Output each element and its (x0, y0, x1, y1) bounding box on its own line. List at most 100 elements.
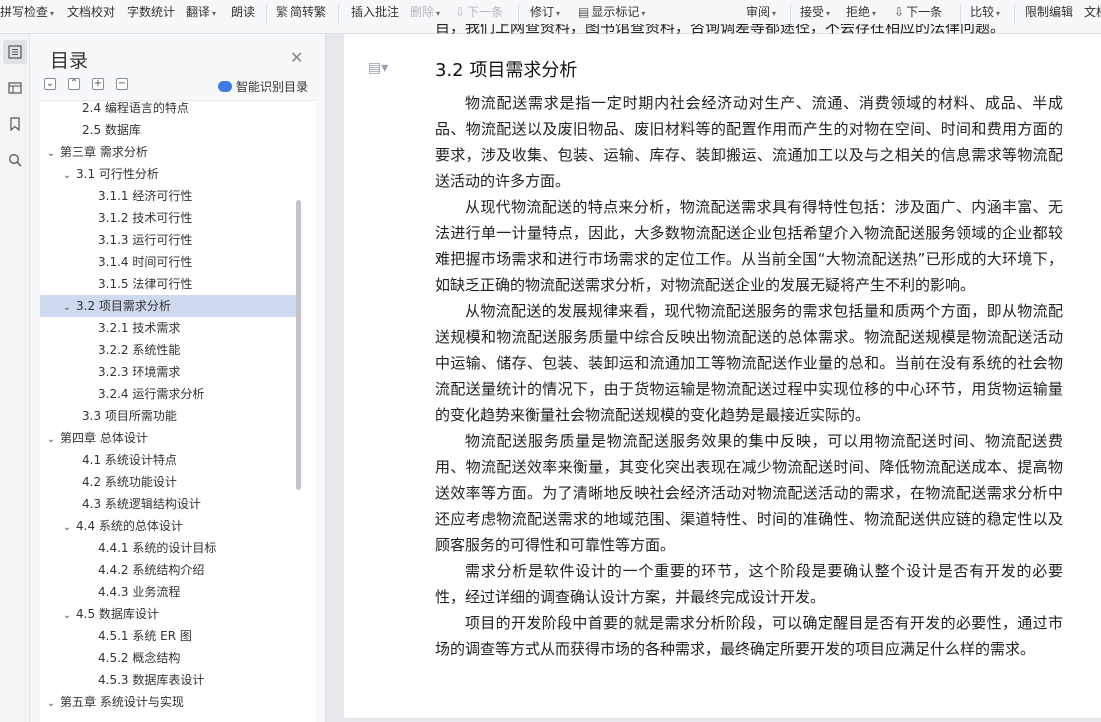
outline-item[interactable]: 3.2.4 运行需求分析 (40, 383, 298, 405)
previous-paragraph-text: 目，我们上网查资料，图书馆查资料，咨询调差等都途径，不会存在相应的法律问题。 (435, 24, 1006, 36)
close-icon[interactable]: ✕ (290, 48, 303, 67)
simp-trad-label: 简转繁 (290, 5, 327, 19)
outline-item-label: 3.2 项目需求分析 (76, 299, 171, 313)
outline-item-label: 4.5 数据库设计 (76, 607, 159, 621)
chevron-down-icon: ▾ (996, 9, 1001, 18)
delete-comment-button[interactable]: 删除 ▾ (410, 0, 440, 26)
compare-label: 比较 (970, 5, 995, 19)
outline-item-label: 第四章 总体设计 (60, 431, 148, 445)
chevron-down-icon[interactable]: ⌄ (60, 517, 74, 539)
outline-item-label: 3.2.4 运行需求分析 (98, 387, 205, 401)
translate-button[interactable]: 翻译 ▾ (186, 0, 216, 26)
doc-proofread-button[interactable]: 文档校对 (67, 0, 115, 26)
chevron-down-icon[interactable]: ⌄ (44, 693, 58, 715)
doc-permissions-label: 文档 (1084, 5, 1101, 19)
chevron-down-icon[interactable]: ⌄ (44, 429, 58, 451)
outline-item[interactable]: 3.3 项目所需功能 (40, 405, 298, 427)
outline-item[interactable]: ⌄ 3.2 项目需求分析 (40, 295, 298, 317)
outline-item-label: 3.1.4 时间可行性 (98, 255, 193, 269)
outline-scrollbar[interactable] (296, 200, 301, 490)
spell-check-button[interactable]: 拼写检查 ▾ (0, 0, 54, 26)
simp-trad-icon: 繁 (276, 5, 289, 19)
outline-item[interactable]: 3.1.1 经济可行性 (40, 185, 298, 207)
outline-item[interactable]: 4.4.2 系统结构介绍 (40, 559, 298, 581)
outline-item[interactable]: 4.3 系统逻辑结构设计 (40, 493, 298, 515)
read-aloud-label: 朗读 (231, 5, 256, 19)
expand-all-icon[interactable]: ⌃ (68, 78, 80, 90)
outline-item-label: 4.5.1 系统 ER 图 (98, 629, 192, 643)
read-aloud-button[interactable]: 朗读 (231, 0, 255, 26)
outline-item[interactable]: 4.5.2 概念结构 (40, 647, 298, 669)
next-comment-label: 下一条 (467, 5, 504, 19)
toolbar-divider (1014, 4, 1015, 24)
chapter-nav-button[interactable] (3, 76, 27, 100)
outline-item[interactable]: 4.1 系统设计特点 (40, 449, 298, 471)
revise-label: 修订 (530, 5, 555, 19)
body-paragraph: 项目的开发阶段中首要的就是需求分析阶段，可以确定醒目是否有开发的必要性，通过市场… (435, 614, 1063, 658)
add-heading-icon[interactable]: + (92, 78, 104, 90)
restrict-edit-button[interactable]: 限制编辑 (1025, 0, 1073, 26)
body-paragraph: 从物流配送的发展规律来看，现代物流配送服务的需求包括量和质两个方面，即从物流配送… (435, 302, 1063, 424)
outline-item[interactable]: 3.1.4 时间可行性 (40, 251, 298, 273)
outline-item[interactable]: 2.5 数据库 (40, 119, 298, 141)
smart-recognize-button[interactable]: 智能识别目录 (218, 78, 308, 95)
revise-button[interactable]: 修订 ▾ (530, 0, 560, 26)
outline-item[interactable]: 4.5.1 系统 ER 图 (40, 625, 298, 647)
outline-item-label: 3.1.1 经济可行性 (98, 189, 193, 203)
next-comment-button[interactable]: ⇩ 下一条 (455, 0, 503, 26)
outline-item-label: 4.4.2 系统结构介绍 (98, 563, 205, 577)
show-marks-label: 显示标记 (591, 5, 640, 19)
search-nav-button[interactable] (3, 148, 27, 172)
chevron-down-icon: ▾ (556, 9, 561, 18)
collapse-all-icon[interactable]: ⌄ (44, 78, 56, 90)
outline-item[interactable]: 4.4.3 业务流程 (40, 581, 298, 603)
outline-item[interactable]: ⌄ 4.4 系统的总体设计 (40, 515, 298, 537)
outline-item[interactable]: ⌄ 3.1 可行性分析 (40, 163, 298, 185)
outline-item[interactable]: 4.5.3 数据库表设计 (40, 669, 298, 691)
outline-item[interactable]: 3.1.5 法律可行性 (40, 273, 298, 295)
chevron-down-icon: ▾ (826, 9, 831, 18)
accept-label: 接受 (800, 5, 825, 19)
toolbar-divider (338, 4, 339, 24)
doc-permissions-button[interactable]: 文档 (1084, 0, 1101, 26)
accept-button[interactable]: 接受 ▾ (800, 0, 830, 26)
next-change-icon: ⇩ (894, 5, 905, 19)
page-view-icon[interactable]: ▤▾ (368, 60, 388, 76)
outline-item[interactable]: 4.2 系统功能设计 (40, 471, 298, 493)
side-rail (0, 34, 30, 722)
outline-item[interactable]: ⌄ 第四章 总体设计 (40, 427, 298, 449)
compare-button[interactable]: 比较 ▾ (970, 0, 1000, 26)
review-label: 审阅 (746, 5, 771, 19)
outline-panel: 目录 ✕ ⌄ ⌃ + − 智能识别目录 2.4 编程语言的特点 2.5 数据库 ⌄ 第… (30, 34, 326, 722)
outline-item-label: 4.4 系统的总体设计 (76, 519, 183, 533)
reject-button[interactable]: 拒绝 ▾ (846, 0, 876, 26)
chevron-down-icon[interactable]: ⌄ (60, 605, 74, 627)
outline-item[interactable]: 3.2.2 系统性能 (40, 339, 298, 361)
body-paragraph: 从现代物流配送的特点来分析，物流配送需求具有得特性包括：涉及面广、内涵丰富、无法… (435, 198, 1063, 294)
outline-item-label: 3.2.1 技术需求 (98, 321, 181, 335)
outline-item[interactable]: 3.2.3 环境需求 (40, 361, 298, 383)
chevron-down-icon[interactable]: ⌄ (44, 143, 58, 165)
outline-item[interactable]: 3.2.1 技术需求 (40, 317, 298, 339)
outline-item-label: 3.3 项目所需功能 (82, 409, 177, 423)
chevron-down-icon[interactable]: ⌄ (60, 165, 74, 187)
outline-item[interactable]: ⌄ 第三章 需求分析 (40, 141, 298, 163)
outline-item[interactable]: 3.1.2 技术可行性 (40, 207, 298, 229)
show-marks-button[interactable]: ▤ 显示标记 ▾ (578, 0, 645, 26)
outline-nav-button[interactable] (3, 40, 27, 64)
next-change-button[interactable]: ⇩ 下一条 (894, 0, 942, 26)
outline-item[interactable]: 2.4 编程语言的特点 (40, 101, 298, 119)
chevron-down-icon[interactable]: ⌄ (60, 297, 74, 319)
word-count-button[interactable]: 字数统计 (127, 0, 175, 26)
outline-item[interactable]: 3.1.3 运行可行性 (40, 229, 298, 251)
review-button[interactable]: 审阅 ▾ (746, 0, 776, 26)
outline-item[interactable]: 4.4.1 系统的设计目标 (40, 537, 298, 559)
outline-item[interactable]: ⌄ 第五章 系统设计与实现 (40, 691, 298, 713)
simp-trad-button[interactable]: 繁简转繁 (276, 0, 326, 26)
bookmark-nav-button[interactable] (3, 112, 27, 136)
insert-comment-button[interactable]: 插入批注 (351, 0, 399, 26)
outline-item[interactable]: ⌄ 4.5 数据库设计 (40, 603, 298, 625)
restrict-edit-label: 限制编辑 (1025, 5, 1074, 19)
outline-item-label: 4.2 系统功能设计 (82, 475, 177, 489)
remove-heading-icon[interactable]: − (116, 78, 128, 90)
